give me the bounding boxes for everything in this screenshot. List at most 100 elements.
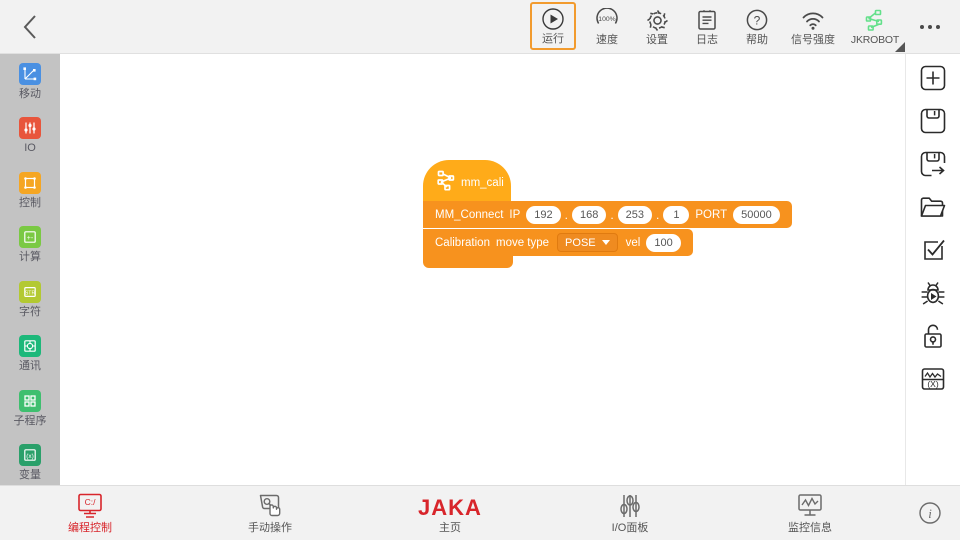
block-hat-mm-cali[interactable]: mm_cali	[423, 160, 511, 202]
ip-octet-2-input[interactable]: 168	[571, 205, 607, 224]
sidebar-label: 通讯	[19, 360, 41, 373]
segment-label: Calibration	[435, 236, 490, 249]
sidebar-item-subprogram[interactable]: 子程序	[0, 381, 60, 436]
speed-label: 速度	[596, 34, 618, 46]
verify-button[interactable]	[918, 235, 948, 265]
block-row-mm-connect[interactable]: MM_Connect IP 192 . 168 . 253 . 1 PORT 5…	[423, 201, 792, 228]
run-label: 运行	[542, 33, 564, 45]
log-label: 日志	[696, 34, 718, 46]
gear-icon	[645, 7, 670, 33]
block-stack[interactable]: mm_cali MM_Connect IP 192 . 168 . 253 . …	[423, 160, 792, 268]
string-icon: STR	[19, 280, 41, 303]
ip-octet-1-input[interactable]: 192	[526, 205, 561, 224]
hand-touch-icon	[255, 492, 285, 520]
nav-item-program-control[interactable]: C:/ 编程控制	[0, 486, 180, 540]
svg-text:(x): (x)	[26, 453, 34, 460]
segment-separator: .	[656, 207, 660, 222]
variable-monitor-icon: (X)	[921, 368, 945, 390]
svg-text:i: i	[928, 506, 932, 521]
dot-icon	[920, 24, 924, 29]
dot-icon	[936, 24, 940, 29]
save-button[interactable]	[918, 106, 948, 136]
program-actions-toolbar: (X)	[905, 54, 960, 485]
program-canvas[interactable]: mm_cali MM_Connect IP 192 . 168 . 253 . …	[60, 54, 905, 539]
debug-button[interactable]	[918, 278, 948, 308]
monitor-wave-icon	[795, 492, 825, 520]
sidebar-item-comm[interactable]: 通讯	[0, 327, 60, 382]
save-as-button[interactable]	[918, 149, 948, 179]
sidebar-item-calc[interactable]: +- 计算	[0, 218, 60, 273]
play-circle-icon	[541, 6, 565, 32]
log-button[interactable]: 日志	[682, 2, 732, 52]
ip-octet-4-input[interactable]: 1	[663, 205, 690, 224]
nav-item-monitor[interactable]: 监控信息	[720, 486, 900, 540]
sidebar-item-variable[interactable]: (x) 变量	[0, 436, 60, 486]
sidebar-label: 计算	[19, 251, 41, 264]
check-square-icon	[924, 239, 945, 260]
jaka-wordmark: JAKA	[418, 495, 482, 520]
ip-octet-3-input[interactable]: 253	[617, 205, 653, 224]
nav-label: I/O面板	[611, 522, 649, 534]
topbar-tools: 运行 100% 速度 设置 日志 ? 帮助 信号强度 JKROBOT	[530, 0, 960, 54]
robot-selector-label: JKROBOT	[850, 34, 900, 46]
sidebar-item-string[interactable]: STR 字符	[0, 272, 60, 327]
sidebar-item-io[interactable]: IO	[0, 109, 60, 164]
settings-label: 设置	[646, 34, 668, 46]
move-type-value: POSE	[565, 236, 596, 249]
question-circle-icon: ?	[745, 7, 769, 33]
segment-label: PORT	[695, 208, 728, 221]
move-axis-icon	[19, 62, 41, 85]
lock-button[interactable]	[918, 321, 948, 351]
svg-text:100%: 100%	[598, 16, 615, 23]
speed-button[interactable]: 100% 速度	[582, 2, 632, 52]
nav-item-home[interactable]: JAKA 主页	[360, 486, 540, 540]
monitor-cmd-icon: C:/	[75, 492, 105, 520]
vel-input[interactable]: 100	[646, 233, 681, 252]
comm-icon	[19, 335, 41, 358]
svg-text:?: ?	[754, 13, 761, 27]
nav-label: 编程控制	[68, 522, 112, 534]
more-menu-button[interactable]	[906, 0, 954, 54]
sidebar-item-move[interactable]: 移动	[0, 54, 60, 109]
app-root: 运行 100% 速度 设置 日志 ? 帮助 信号强度 JKROBOT 移动 IO…	[0, 0, 960, 540]
svg-text:(X): (X)	[927, 379, 939, 389]
signal-strength-label: 信号强度	[791, 34, 835, 46]
bug-icon	[921, 282, 945, 305]
info-button[interactable]: i	[900, 486, 960, 540]
wifi-icon	[800, 7, 826, 33]
block-row-calibration[interactable]: Calibration move type POSE vel 100	[423, 229, 693, 256]
save-icon	[920, 108, 946, 134]
port-input[interactable]: 50000	[733, 205, 780, 224]
category-sidebar[interactable]: 移动 IO 控制 +- 计算 STR 字符 通讯 子程序 (x) 变量	[0, 54, 60, 485]
jaka-logo: JAKA	[418, 492, 482, 520]
nav-label: 监控信息	[788, 522, 832, 534]
run-button[interactable]: 运行	[530, 1, 576, 50]
info-circle-icon: i	[919, 502, 941, 524]
io-sliders-icon	[615, 492, 645, 520]
signal-strength-button[interactable]: 信号强度	[782, 2, 844, 52]
back-button[interactable]	[0, 0, 60, 54]
nav-item-io-panel[interactable]: I/O面板	[540, 486, 720, 540]
speed-100-icon: 100%	[595, 7, 619, 33]
segment-label: MM_Connect	[435, 208, 504, 221]
nav-item-manual-operation[interactable]: 手动操作	[180, 486, 360, 540]
move-type-dropdown[interactable]: POSE	[557, 233, 618, 252]
svg-text:STR: STR	[25, 290, 36, 296]
variable-monitor-button[interactable]: (X)	[918, 364, 948, 394]
settings-button[interactable]: 设置	[632, 2, 682, 52]
robot-selector-button[interactable]: JKROBOT	[844, 2, 906, 52]
new-program-button[interactable]	[918, 63, 948, 93]
nav-label: 主页	[439, 522, 461, 534]
dot-icon	[928, 24, 932, 29]
sidebar-label: 子程序	[13, 414, 47, 427]
open-file-button[interactable]	[918, 192, 948, 222]
sidebar-item-control[interactable]: 控制	[0, 163, 60, 218]
control-square-icon	[19, 171, 41, 194]
sidebar-label: IO	[24, 142, 36, 155]
sidebar-label: 字符	[19, 305, 41, 318]
io-sliders-icon	[19, 117, 41, 140]
help-button[interactable]: ? 帮助	[732, 2, 782, 52]
nav-label: 手动操作	[248, 522, 292, 534]
svg-text:C:/: C:/	[85, 497, 97, 507]
unlock-icon	[924, 324, 942, 348]
